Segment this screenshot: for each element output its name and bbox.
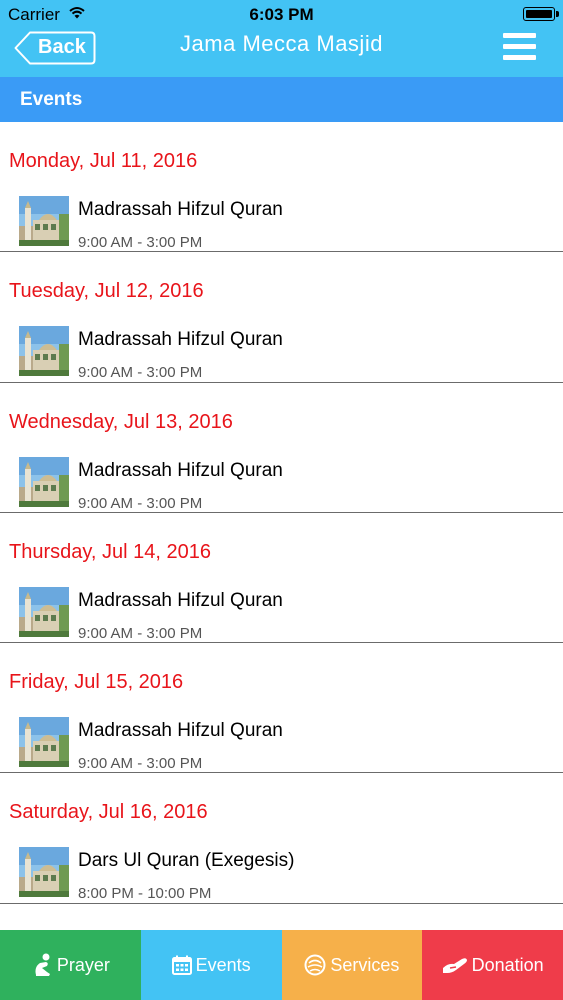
event-title: Madrassah Hifzul Quran xyxy=(78,459,283,481)
mosque-thumbnail xyxy=(19,326,69,377)
event-date: Wednesday, Jul 13, 2016 xyxy=(9,410,233,433)
event-title: Madrassah Hifzul Quran xyxy=(78,589,283,611)
mosque-thumbnail xyxy=(19,456,69,507)
event-date: Monday, Jul 11, 2016 xyxy=(9,150,198,172)
event-item[interactable]: Saturday, Jul 16, 2016 Dars Ul Quran (Ex… xyxy=(0,773,563,904)
mosque-thumbnail xyxy=(19,717,69,768)
event-title: Dars Ul Quran (Exegesis) xyxy=(78,850,295,872)
event-item[interactable]: Friday, Jul 15, 2016 Madrassah Hifzul Qu… xyxy=(0,643,563,774)
tab-services-label: Services xyxy=(330,954,400,975)
section-title: Events xyxy=(20,89,83,110)
event-time: 8:00 PM - 10:00 PM xyxy=(78,885,212,903)
event-title: Madrassah Hifzul Quran xyxy=(78,720,283,742)
donation-hand-icon xyxy=(442,958,467,973)
section-header: Events xyxy=(0,77,563,122)
event-title: Madrassah Hifzul Quran xyxy=(78,329,283,351)
services-icon xyxy=(304,954,326,976)
mosque-thumbnail xyxy=(19,586,69,637)
event-time: 9:00 AM - 3:00 PM xyxy=(78,624,203,642)
event-date: Tuesday, Jul 12, 2016 xyxy=(9,280,204,303)
event-item[interactable]: Tuesday, Jul 12, 2016 Madrassah Hifzul Q… xyxy=(0,252,563,383)
mosque-thumbnail xyxy=(19,847,69,898)
event-title: Madrassah Hifzul Quran xyxy=(78,199,283,220)
event-item[interactable]: Wednesday, Jul 13, 2016 Madrassah Hifzul… xyxy=(0,383,563,513)
battery-icon xyxy=(523,7,559,21)
back-button-label: Back xyxy=(38,36,86,58)
page-title: Jama Mecca Masjid xyxy=(180,31,383,56)
tab-donation[interactable]: Donation xyxy=(422,930,563,1000)
event-time: 9:00 AM - 3:00 PM xyxy=(78,494,203,512)
calendar-icon xyxy=(171,955,192,975)
tab-services[interactable]: Services xyxy=(281,930,423,1000)
hamburger-icon xyxy=(503,33,536,38)
event-time: 9:00 AM - 3:00 PM xyxy=(78,234,203,251)
prayer-icon xyxy=(35,953,50,976)
navigation-bar: Back Jama Mecca Masjid xyxy=(0,28,563,77)
menu-button[interactable] xyxy=(503,33,536,61)
event-date: Thursday, Jul 14, 2016 xyxy=(9,540,211,563)
tab-events-label: Events xyxy=(195,954,251,975)
clock: 6:03 PM xyxy=(249,5,314,24)
event-date: Saturday, Jul 16, 2016 xyxy=(9,801,208,824)
tab-bar: Prayer Events Services Donation xyxy=(0,930,563,1000)
events-list: Monday, Jul 11, 2016 Madrassah Hifzul Qu… xyxy=(0,122,563,930)
tab-prayer[interactable]: Prayer xyxy=(0,930,141,1000)
event-date: Friday, Jul 15, 2016 xyxy=(9,671,184,694)
event-time: 9:00 AM - 3:00 PM xyxy=(78,755,203,773)
back-button[interactable]: Back xyxy=(14,31,96,65)
event-time: 9:00 AM - 3:00 PM xyxy=(78,364,203,382)
status-bar: Carrier 6:03 PM xyxy=(0,0,563,28)
event-item[interactable]: Thursday, Jul 14, 2016 Madrassah Hifzul … xyxy=(0,513,563,644)
mosque-thumbnail xyxy=(19,196,69,246)
tab-donation-label: Donation xyxy=(471,954,544,975)
tab-prayer-label: Prayer xyxy=(56,954,110,975)
tab-events[interactable]: Events xyxy=(140,930,282,1000)
event-item[interactable]: Monday, Jul 11, 2016 Madrassah Hifzul Qu… xyxy=(0,122,563,253)
